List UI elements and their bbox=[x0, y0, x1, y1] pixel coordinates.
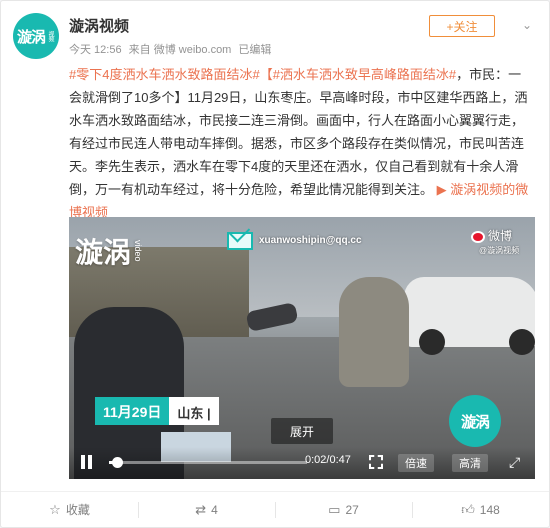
action-bar: ☆ 收藏 ⇄ 4 ▭ 27 👍︎ 148 bbox=[1, 491, 549, 527]
weibo-post-card: 漩涡 视频 漩涡视频 今天 12:56 来自 微博 weibo.com 已编辑 +… bbox=[0, 0, 550, 528]
weibo-logo-icon bbox=[471, 230, 485, 243]
repost-count: 4 bbox=[211, 502, 218, 517]
author-name[interactable]: 漩涡视频 bbox=[69, 15, 129, 36]
video-frame-wheel bbox=[509, 329, 535, 355]
date-location-caption: 11月29日 山东 | bbox=[95, 397, 219, 425]
repost-icon: ⇄ bbox=[195, 501, 207, 517]
video-frame-scooter-rider bbox=[339, 277, 409, 387]
comment-button[interactable]: ▭ 27 bbox=[275, 492, 412, 527]
video-icon[interactable]: ▶ bbox=[433, 182, 450, 197]
like-count: 148 bbox=[479, 502, 500, 517]
weibo-watermark: 微博 bbox=[471, 227, 512, 244]
progress-bar[interactable] bbox=[109, 457, 307, 468]
fullscreen-icon[interactable]: ⤢ bbox=[509, 455, 523, 469]
watermark-logo-subtext: video bbox=[133, 240, 144, 262]
like-button[interactable]: 👍︎ 148 bbox=[412, 492, 549, 527]
thumbs-up-icon: 👍︎ bbox=[461, 501, 475, 517]
pause-icon[interactable] bbox=[81, 455, 93, 469]
collect-button[interactable]: ☆ 收藏 bbox=[1, 492, 138, 527]
video-controls: 0:02/0:47 倍速 高清 ⤢ bbox=[69, 447, 535, 479]
speed-button[interactable]: 倍速 bbox=[398, 454, 434, 472]
quality-button[interactable]: 高清 bbox=[452, 454, 488, 472]
caption-place: 山东 | bbox=[169, 397, 219, 425]
star-icon: ☆ bbox=[49, 501, 61, 517]
topic-link[interactable]: 【#洒水车洒水致早高峰路面结冰# bbox=[260, 67, 456, 82]
watermark-email: xuanwoshipin@qq.cc bbox=[259, 235, 362, 246]
chevron-down-icon[interactable]: ⌄ bbox=[519, 17, 535, 33]
video-time: 0:02/0:47 bbox=[305, 454, 351, 466]
post-time[interactable]: 今天 12:56 bbox=[69, 44, 122, 56]
avatar[interactable]: 漩涡 视频 bbox=[13, 13, 59, 59]
caption-date: 11月29日 bbox=[95, 397, 170, 425]
repost-button[interactable]: ⇄ 4 bbox=[138, 492, 275, 527]
weibo-watermark-text: 微博 bbox=[488, 229, 513, 243]
post-source[interactable]: 来自 微博 weibo.com bbox=[129, 44, 232, 56]
follow-button[interactable]: +关注 bbox=[429, 15, 495, 37]
watermark-logo-text: 漩涡 bbox=[75, 237, 132, 268]
video-frame-wheel bbox=[419, 329, 445, 355]
screenshot-icon[interactable] bbox=[369, 455, 383, 469]
mail-icon bbox=[227, 232, 253, 250]
progress-knob[interactable] bbox=[111, 457, 123, 468]
expand-button[interactable]: 展开 bbox=[271, 418, 333, 444]
watermark-logo: 漩涡 video bbox=[75, 231, 143, 271]
comment-count: 27 bbox=[345, 502, 359, 517]
watermark-logo-round: 漩涡 bbox=[449, 395, 501, 447]
post-meta: 今天 12:56 来自 微博 weibo.com 已编辑 bbox=[69, 41, 275, 57]
avatar-subtext: 视频 bbox=[47, 31, 53, 41]
topic-link[interactable]: #零下4度洒水车洒水致路面结冰# bbox=[69, 67, 260, 82]
avatar-text: 漩涡 bbox=[16, 28, 46, 46]
weibo-watermark-handle: @漩涡视频 bbox=[479, 246, 520, 255]
comment-icon: ▭ bbox=[328, 501, 341, 517]
video-player[interactable]: 漩涡 video xuanwoshipin@qq.cc 微博 @漩涡视频 11月2… bbox=[69, 217, 535, 479]
post-text: #零下4度洒水车洒水致路面结冰#【#洒水车洒水致早高峰路面结冰#，市民：一会就滑… bbox=[69, 63, 529, 224]
edited-label[interactable]: 已编辑 bbox=[238, 44, 271, 56]
post-body: ，市民：一会就滑倒了10多个】11月29日，山东枣庄。早高峰时段，市中区建华西路… bbox=[69, 67, 528, 197]
collect-label: 收藏 bbox=[65, 503, 90, 517]
